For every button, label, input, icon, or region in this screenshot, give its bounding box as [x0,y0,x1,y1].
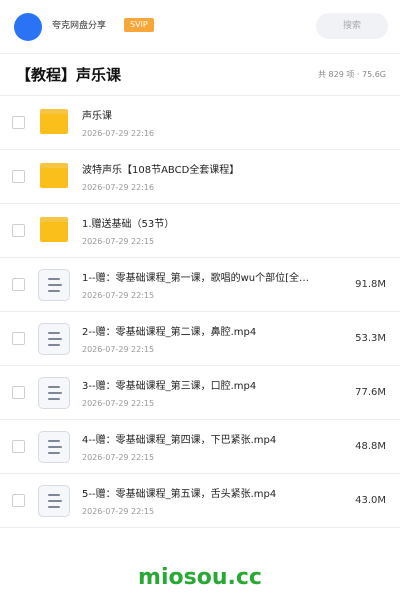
document-icon [38,431,70,463]
item-name: 3--赠：零基础课程_第三课，口腔.mp4 [82,381,257,392]
svip-badge: SVIP [124,18,154,32]
document-icon [38,377,70,409]
item-size: 48.8M [355,441,386,452]
row-checkbox[interactable] [12,278,25,291]
folder-header: 【教程】声乐课 共 829 项 · 75.6G [0,54,400,96]
item-size: 53.3M [355,333,386,344]
item-name: 4--赠：零基础课程_第四课，下巴紧张.mp4 [82,435,277,446]
item-date: 2026-07-29 22:15 [82,237,155,246]
folder-icon [40,217,68,242]
item-name: 波特声乐【108节ABCD全套课程】 [82,165,240,176]
document-icon [38,269,70,301]
row-checkbox[interactable] [12,440,25,453]
item-name: 1.赠送基础（53节） [82,219,175,230]
row-checkbox[interactable] [12,386,25,399]
folder-icon [40,109,68,134]
item-date: 2026-07-29 22:15 [82,399,155,408]
item-name: 5--赠：零基础课程_第五课，舌头紧张.mp4 [82,489,277,500]
file-row[interactable]: 3--赠：零基础课程_第三课，口腔.mp4 2026-07-29 22:15 77.… [0,366,400,420]
folder-summary: 共 829 项 · 75.6G [318,70,386,79]
folder-row[interactable]: 波特声乐【108节ABCD全套课程】 2026-07-29 22:16 [0,150,400,204]
row-checkbox[interactable] [12,224,25,237]
avatar[interactable] [14,13,42,41]
file-row[interactable]: 5--赠：零基础课程_第五课，舌头紧张.mp4 2026-07-29 22:15 4… [0,474,400,528]
row-checkbox[interactable] [12,332,25,345]
folder-icon [40,163,68,188]
folder-row[interactable]: 1.赠送基础（53节） 2026-07-29 22:15 [0,204,400,258]
item-date: 2026-07-29 22:15 [82,291,155,300]
item-date: 2026-07-29 22:15 [82,345,155,354]
item-name: 1--赠：零基础课程_第一课，歌唱的wu个部位[全… [82,273,309,284]
watermark: miosou.cc [138,565,262,590]
item-size: 91.8M [355,279,386,290]
file-row[interactable]: 2--赠：零基础课程_第二课，鼻腔.mp4 2026-07-29 22:15 53.… [0,312,400,366]
item-date: 2026-07-29 22:15 [82,453,155,462]
item-date: 2026-07-29 22:16 [82,129,155,138]
item-date: 2026-07-29 22:16 [82,183,155,192]
row-checkbox[interactable] [12,494,25,507]
search-input[interactable]: 搜索 [316,13,388,39]
document-icon [38,323,70,355]
row-checkbox[interactable] [12,170,25,183]
item-name: 2--赠：零基础课程_第二课，鼻腔.mp4 [82,327,257,338]
item-date: 2026-07-29 22:15 [82,507,155,516]
top-bar: 夸克网盘分享 SVIP 搜索 [0,0,400,54]
item-name: 声乐课 [82,111,112,122]
share-owner-name: 夸克网盘分享 [52,21,107,31]
page-title: 【教程】声乐课 [16,66,122,84]
item-size: 43.0M [355,495,386,506]
file-row[interactable]: 1--赠：零基础课程_第一课，歌唱的wu个部位[全… 2026-07-29 22:… [0,258,400,312]
file-row[interactable]: 4--赠：零基础课程_第四课，下巴紧张.mp4 2026-07-29 22:15 4… [0,420,400,474]
document-icon [38,485,70,517]
file-list: 声乐课 2026-07-29 22:16 波特声乐【108节ABCD全套课程】 202… [0,96,400,528]
folder-row[interactable]: 声乐课 2026-07-29 22:16 [0,96,400,150]
row-checkbox[interactable] [12,116,25,129]
item-size: 77.6M [355,387,386,398]
